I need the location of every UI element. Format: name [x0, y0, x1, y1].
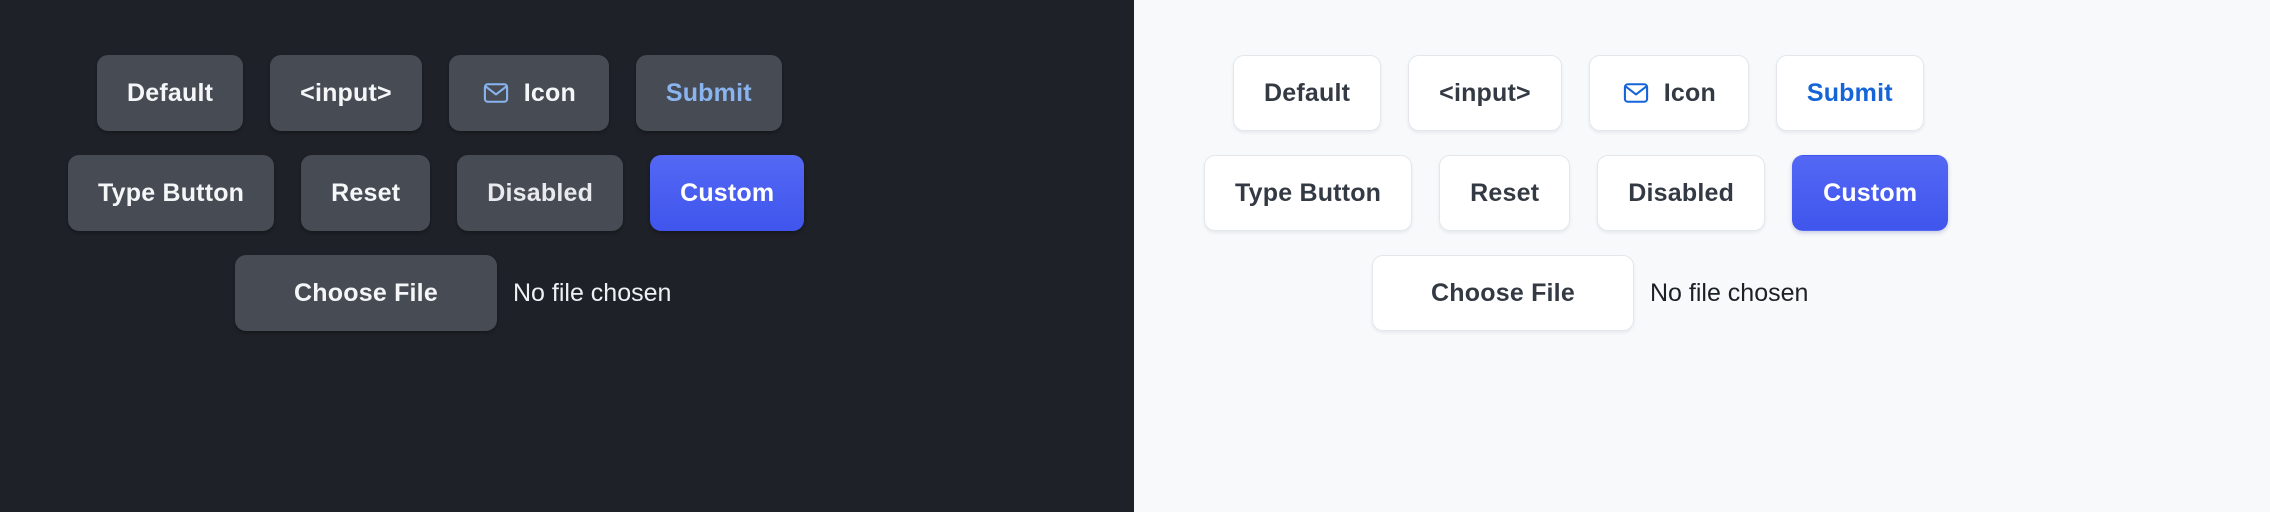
- custom-button-label: Custom: [680, 178, 775, 207]
- default-button-label: Default: [127, 78, 214, 107]
- light-file-input-row: Choose File No file chosen: [1134, 255, 2270, 331]
- dark-file-input-row: Choose File No file chosen: [0, 255, 1134, 331]
- icon-button-label: Icon: [523, 78, 576, 107]
- custom-button-label: Custom: [1823, 178, 1918, 207]
- submit-button[interactable]: Submit: [1775, 55, 1924, 131]
- submit-button-label: Submit: [1806, 78, 1893, 107]
- disabled-button-label: Disabled: [487, 178, 594, 207]
- reset-button[interactable]: Reset: [1439, 155, 1571, 231]
- file-status-text: No file chosen: [513, 278, 672, 307]
- submit-button[interactable]: Submit: [635, 55, 782, 131]
- input-button[interactable]: <input>: [270, 55, 422, 131]
- file-status-text: No file chosen: [1650, 278, 1809, 307]
- type-button-label: Type Button: [98, 178, 245, 207]
- default-button[interactable]: Default: [1233, 55, 1382, 131]
- input-button-label: <input>: [1439, 78, 1531, 107]
- custom-button[interactable]: Custom: [650, 155, 805, 231]
- icon-button[interactable]: Icon: [448, 55, 609, 131]
- dark-variants-row: Default <input> Icon Submit: [0, 55, 1134, 131]
- type-button[interactable]: Type Button: [1204, 155, 1413, 231]
- icon-button[interactable]: Icon: [1588, 55, 1749, 131]
- default-button[interactable]: Default: [97, 55, 244, 131]
- default-button-label: Default: [1264, 78, 1351, 107]
- light-variants-row: Default <input> Icon Submit: [1134, 55, 2270, 131]
- disabled-button: Disabled: [1597, 155, 1766, 231]
- mail-icon: [1622, 79, 1650, 107]
- type-button[interactable]: Type Button: [68, 155, 275, 231]
- icon-button-label: Icon: [1663, 78, 1716, 107]
- disabled-button: Disabled: [457, 155, 624, 231]
- type-button-label: Type Button: [1235, 178, 1382, 207]
- choose-file-button[interactable]: Choose File: [1372, 255, 1634, 331]
- choose-file-button-label: Choose File: [294, 278, 438, 307]
- reset-button-label: Reset: [331, 178, 401, 207]
- disabled-button-label: Disabled: [1628, 178, 1735, 207]
- reset-button-label: Reset: [1470, 178, 1540, 207]
- choose-file-button[interactable]: Choose File: [235, 255, 497, 331]
- choose-file-button-label: Choose File: [1431, 278, 1575, 307]
- reset-button[interactable]: Reset: [301, 155, 431, 231]
- custom-button[interactable]: Custom: [1792, 155, 1949, 231]
- dark-types-row: Type Button Reset Disabled Custom: [0, 155, 1134, 231]
- mail-icon: [482, 79, 510, 107]
- input-button[interactable]: <input>: [1408, 55, 1562, 131]
- input-button-label: <input>: [300, 78, 392, 107]
- submit-button-label: Submit: [665, 78, 752, 107]
- dark-theme-panel: Default <input> Icon Submit Type Button …: [0, 0, 1134, 512]
- light-theme-panel: Default <input> Icon Submit Type Button …: [1134, 0, 2270, 512]
- light-types-row: Type Button Reset Disabled Custom: [1134, 155, 2270, 231]
